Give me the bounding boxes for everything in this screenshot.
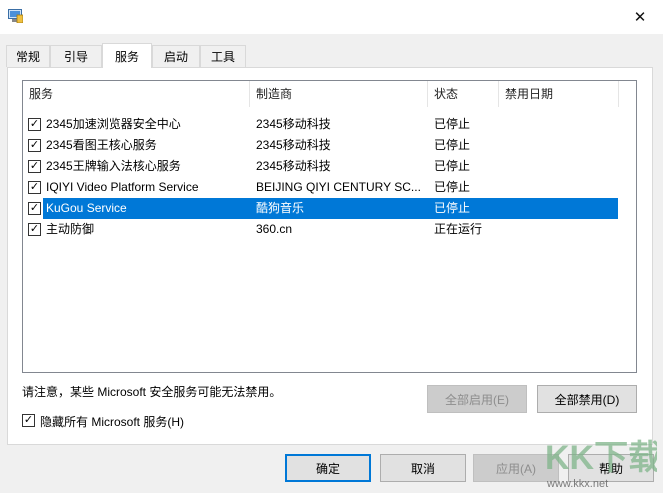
service-name: 2345加速浏览器安全中心 [46,117,181,131]
security-note: 请注意，某些 Microsoft 安全服务可能无法禁用。 [22,385,282,399]
service-checkbox[interactable]: ✓ [28,181,41,194]
services-list[interactable]: 服务 制造商 状态 禁用日期 ✓ 2345加速浏览器安全中心 2345移动科技 … [22,80,637,373]
list-header: 服务 制造商 状态 禁用日期 [23,81,636,107]
apply-label: 应用(A) [496,461,536,476]
help-button[interactable]: 帮助 [568,454,654,482]
service-manufacturer: BEIJING QIYI CENTURY SC... [256,180,421,194]
tab-general-label: 常规 [15,50,40,64]
service-checkbox[interactable]: ✓ [28,202,41,215]
service-status: 已停止 [434,159,471,173]
service-name: 主动防御 [46,222,95,236]
service-manufacturer: 酷狗音乐 [256,201,305,215]
service-name: 2345王牌输入法核心服务 [46,159,181,173]
table-row[interactable]: ✓ 2345看图王核心服务 2345移动科技 已停止 [23,135,618,156]
table-row-selected[interactable]: ✓ KuGou Service 酷狗音乐 已停止 [23,198,618,219]
services-panel: 服务 制造商 状态 禁用日期 ✓ 2345加速浏览器安全中心 2345移动科技 … [7,67,653,445]
service-status: 已停止 [434,180,471,194]
tab-services-label: 服务 [114,49,139,64]
column-status-label: 状态 [434,87,459,101]
service-status: 已停止 [434,117,471,131]
service-checkbox[interactable]: ✓ [28,118,41,131]
hide-ms-checkbox[interactable]: ✓ [22,414,35,427]
title-bar: ✕ [0,0,663,34]
service-checkbox[interactable]: ✓ [28,223,41,236]
enable-all-button[interactable]: 全部启用(E) [427,385,527,413]
service-name: 2345看图王核心服务 [46,138,157,152]
checkmark-icon: ✓ [23,414,34,426]
column-date-label: 禁用日期 [505,87,554,101]
service-checkbox[interactable]: ✓ [28,160,41,173]
close-icon: ✕ [633,9,647,26]
checkmark-icon: ✓ [29,202,40,214]
tab-services[interactable]: 服务 [102,43,152,68]
checkmark-icon: ✓ [29,139,40,151]
service-status: 正在运行 [434,222,483,236]
checkmark-icon: ✓ [29,223,40,235]
column-header-manufacturer[interactable]: 制造商 [250,81,428,107]
service-name: KuGou Service [46,201,127,215]
column-service-label: 服务 [29,87,54,101]
cancel-button[interactable]: 取消 [380,454,466,482]
help-label: 帮助 [598,461,623,476]
msconfig-app-icon [8,9,23,23]
checkmark-icon: ✓ [29,181,40,193]
tab-boot[interactable]: 引导 [50,45,102,67]
apply-button[interactable]: 应用(A) [473,454,559,482]
checkmark-icon: ✓ [29,160,40,172]
table-row[interactable]: ✓ 2345加速浏览器安全中心 2345移动科技 已停止 [23,114,618,135]
ok-button[interactable]: 确定 [285,454,371,482]
table-row[interactable]: ✓ 2345王牌输入法核心服务 2345移动科技 已停止 [23,156,618,177]
disable-all-button[interactable]: 全部禁用(D) [537,385,637,413]
ok-label: 确定 [315,461,340,476]
tab-boot-label: 引导 [63,50,88,64]
service-checkbox[interactable]: ✓ [28,139,41,152]
service-manufacturer: 2345移动科技 [256,138,331,152]
column-header-status[interactable]: 状态 [428,81,499,107]
service-status: 已停止 [434,201,471,215]
close-button[interactable]: ✕ [617,0,663,34]
tab-startup[interactable]: 启动 [152,45,200,67]
checkmark-icon: ✓ [29,118,40,130]
table-row[interactable]: ✓ IQIYI Video Platform Service BEIJING Q… [23,177,618,198]
column-manufacturer-label: 制造商 [256,87,293,101]
hide-ms-label: 隐藏所有 Microsoft 服务(H) [40,415,185,429]
tab-tools[interactable]: 工具 [200,45,246,67]
table-row[interactable]: ✓ 主动防御 360.cn 正在运行 [23,219,618,240]
service-manufacturer: 360.cn [256,222,293,236]
service-status: 已停止 [434,138,471,152]
tab-startup-label: 启动 [163,50,188,64]
service-manufacturer: 2345移动科技 [256,159,331,173]
column-header-disable-date[interactable]: 禁用日期 [499,81,619,107]
disable-all-label: 全部禁用(D) [554,392,620,407]
tab-tools-label: 工具 [210,50,235,64]
dialog-body: 常规 引导 服务 启动 工具 服务 制造商 状态 禁用日期 ✓ 2345加速浏览… [0,34,663,493]
enable-all-label: 全部启用(E) [445,392,509,407]
service-name: IQIYI Video Platform Service [46,180,199,194]
tab-general[interactable]: 常规 [6,45,50,67]
service-manufacturer: 2345移动科技 [256,117,331,131]
column-header-service[interactable]: 服务 [23,81,250,107]
cancel-label: 取消 [410,461,435,476]
